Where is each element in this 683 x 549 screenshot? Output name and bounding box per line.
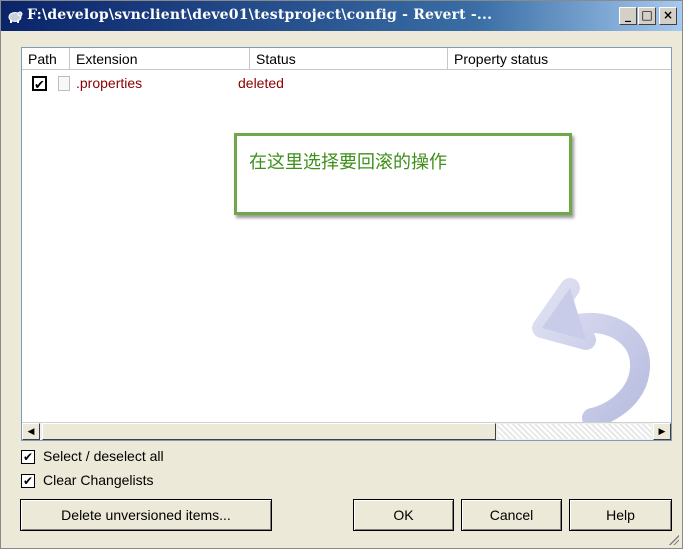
scroll-thumb[interactable] <box>42 423 496 440</box>
annotation-callout: 在这里选择要回滚的操作 <box>234 133 572 215</box>
delete-unversioned-button[interactable]: Delete unversioned items... <box>20 499 272 531</box>
column-header-property-status[interactable]: Property status <box>448 48 671 70</box>
list-item[interactable]: ✔ .properties deleted <box>22 72 671 94</box>
horizontal-scrollbar[interactable]: ◀ ▶ <box>22 422 671 440</box>
select-all-checkbox[interactable]: ✔ <box>21 450 35 464</box>
scroll-left-button[interactable]: ◀ <box>22 423 40 440</box>
list-header: Path Extension Status Property status <box>22 48 671 70</box>
close-button[interactable]: × <box>659 7 677 25</box>
item-extension: .properties <box>76 75 143 91</box>
scroll-track[interactable] <box>498 424 651 439</box>
column-header-status[interactable]: Status <box>250 48 448 70</box>
cancel-button[interactable]: Cancel <box>461 499 562 531</box>
annotation-text: 在这里选择要回滚的操作 <box>249 152 447 173</box>
item-checkbox[interactable]: ✔ <box>32 76 47 91</box>
column-header-path[interactable]: Path <box>22 48 70 70</box>
revert-arrow-icon <box>532 278 651 428</box>
help-button[interactable]: Help <box>569 499 672 531</box>
clear-changelists-label[interactable]: Clear Changelists <box>43 472 154 488</box>
tortoise-svn-icon <box>8 11 23 23</box>
item-status: deleted <box>238 75 284 91</box>
file-icon <box>58 76 70 91</box>
minimize-button[interactable]: _ <box>619 7 637 25</box>
clear-changelists-checkbox[interactable]: ✔ <box>21 474 35 488</box>
scroll-right-button[interactable]: ▶ <box>653 423 671 440</box>
column-header-extension[interactable]: Extension <box>70 48 250 70</box>
resize-grip[interactable] <box>669 535 679 545</box>
window-title: F:\develop\svnclient\deve01\testproject\… <box>27 7 493 23</box>
maximize-button[interactable]: □ <box>638 7 656 25</box>
title-bar[interactable]: F:\develop\svnclient\deve01\testproject\… <box>1 1 682 31</box>
ok-button[interactable]: OK <box>353 499 454 531</box>
select-all-label[interactable]: Select / deselect all <box>43 448 164 464</box>
file-list[interactable]: Path Extension Status Property status ✔ … <box>21 47 672 441</box>
revert-dialog: F:\develop\svnclient\deve01\testproject\… <box>0 0 683 549</box>
